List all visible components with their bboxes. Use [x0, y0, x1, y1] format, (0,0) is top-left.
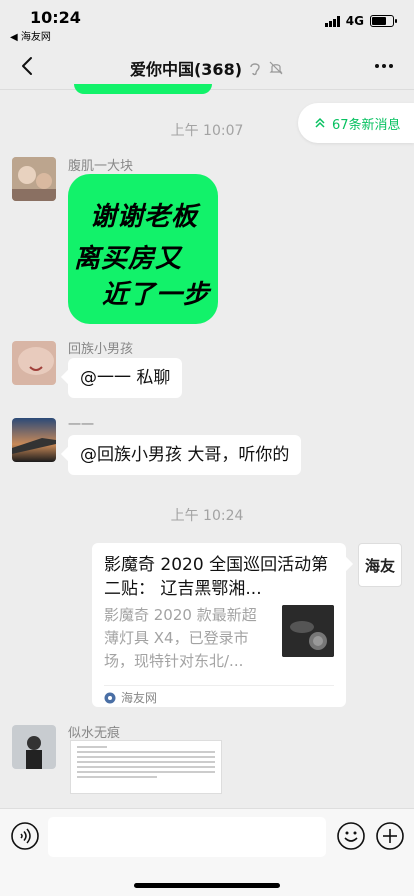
link-card-source: 海友网	[104, 689, 157, 706]
text-message-bubble[interactable]: @一一 私聊	[68, 358, 183, 398]
time-divider: 上午 10:24	[170, 508, 244, 524]
link-card-message[interactable]: 影魔奇 2020 全国巡回活动第二贴： 辽吉黑鄂湘... 影魔奇 2020 款最…	[92, 543, 346, 707]
emoji-icon[interactable]	[336, 821, 366, 851]
message-input[interactable]	[48, 817, 326, 857]
image-message[interactable]	[70, 740, 222, 794]
avatar[interactable]	[12, 725, 56, 769]
chat-title: 爱你中国(368)	[129, 60, 243, 79]
link-card-description: 影魔奇 2020 款最新超薄灯具 X4，已登录市场，现特针对东北/...	[104, 606, 257, 670]
plus-icon[interactable]	[375, 821, 405, 851]
mute-bell-icon	[269, 61, 283, 75]
status-time: 10:24	[30, 8, 81, 27]
time-divider: 上午 10:07	[170, 123, 244, 139]
my-avatar[interactable]: 海友	[358, 543, 402, 587]
avatar-logo-text: 海友	[364, 556, 395, 575]
nav-title-group: 爱你中国(368)	[0, 56, 414, 80]
sender-name: 一一	[68, 418, 95, 433]
status-indicators: 4G	[324, 14, 397, 28]
avatar-photo	[12, 341, 56, 385]
text-message-bubble[interactable]: @回族小男孩 大哥，听你的	[68, 435, 302, 475]
link-card-divider	[104, 685, 334, 686]
link-card-source-label: 海友网	[121, 691, 158, 705]
sender-name: 腹肌一大块	[68, 159, 134, 174]
avatar[interactable]	[12, 341, 56, 385]
sender-name: 似水无痕	[68, 726, 121, 741]
avatar-photo	[12, 725, 56, 769]
input-bar	[0, 808, 414, 896]
status-bar: 10:24 ◀ 海友网 4G	[0, 0, 414, 44]
more-options-icon[interactable]	[372, 54, 396, 78]
avatar[interactable]	[12, 157, 56, 201]
sticker-text-line: 近了一步	[102, 280, 211, 310]
lamp-product-image	[282, 605, 334, 657]
sticker-text-line: 谢谢老板	[90, 202, 199, 232]
home-indicator	[134, 883, 280, 888]
sender-name: 回族小男孩	[68, 342, 134, 357]
link-card-thumbnail	[282, 605, 334, 657]
voice-input-icon[interactable]	[10, 821, 40, 851]
sticker-text-line: 离买房又	[74, 244, 183, 274]
network-label: 4G	[345, 14, 364, 28]
battery-icon	[370, 15, 397, 27]
source-logo-icon	[104, 692, 116, 703]
avatar-photo	[12, 418, 56, 462]
avatar[interactable]	[12, 418, 56, 462]
previous-sticker-fragment	[74, 84, 212, 94]
ear-icon	[250, 63, 260, 76]
signal-icon	[324, 15, 340, 27]
avatar-photo	[12, 157, 56, 201]
link-card-title: 影魔奇 2020 全国巡回活动第二贴： 辽吉黑鄂湘...	[104, 555, 329, 599]
back-to-app-link[interactable]: ◀ 海友网	[10, 28, 51, 43]
sticker-message[interactable]: 谢谢老板 离买房又 近了一步	[68, 174, 218, 324]
